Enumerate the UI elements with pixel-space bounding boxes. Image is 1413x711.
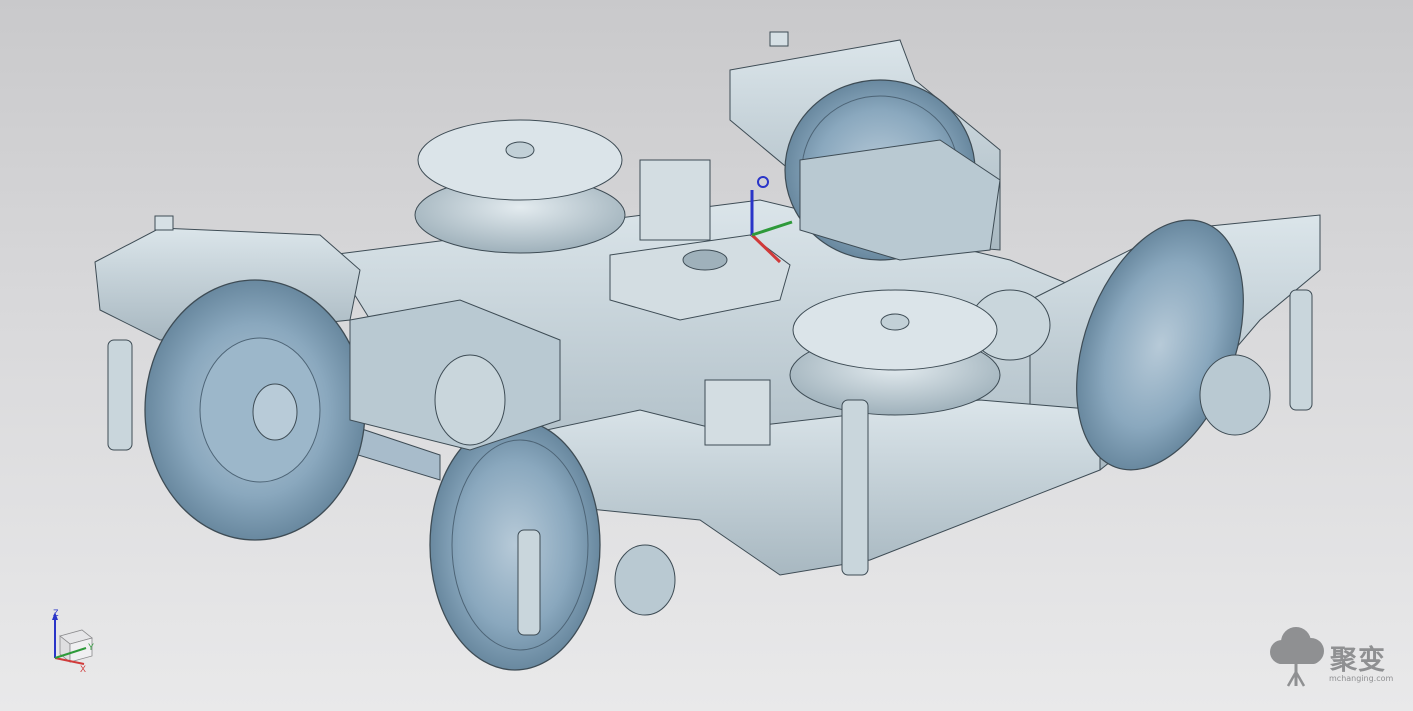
triad-z-label: Z <box>53 608 59 618</box>
gear-cover-left <box>434 354 506 446</box>
damper-vertical-front <box>841 399 869 576</box>
triad-y-label: Y <box>88 642 95 652</box>
wheel-front-left-hub <box>252 383 298 441</box>
axle-box-front <box>614 544 676 616</box>
damper-vertical-left <box>107 339 133 451</box>
triad-graphic <box>52 612 93 665</box>
air-spring-rear-cap <box>505 141 535 159</box>
cad-viewport[interactable]: Z Y X 聚变 mchanging.com <box>0 0 1413 711</box>
lateral-stop-front <box>704 379 771 446</box>
watermark-url: mchanging.com <box>1329 674 1394 683</box>
damper-vertical-bottom <box>517 529 541 636</box>
triad-x-label: X <box>80 664 87 674</box>
watermark-text: 聚变 <box>1330 645 1386 676</box>
air-spring-rear-top <box>417 119 623 201</box>
side-beam-rear-pad <box>769 31 789 47</box>
bogie-3d-model[interactable] <box>0 0 1413 711</box>
damper-vertical-right <box>1289 289 1313 411</box>
lateral-stop-rear <box>639 159 711 241</box>
view-triad[interactable]: Z Y X <box>40 600 110 680</box>
side-beam-left-pad <box>154 215 174 231</box>
air-spring-front-cap <box>880 313 910 331</box>
watermark: 聚变 mchanging.com <box>1266 624 1406 690</box>
axle-box-right <box>1199 354 1271 436</box>
csys-origin <box>757 176 769 188</box>
center-pivot-hole <box>682 249 728 271</box>
tree-cloud-icon <box>1270 627 1324 687</box>
wheel-front-bottom <box>429 419 601 671</box>
